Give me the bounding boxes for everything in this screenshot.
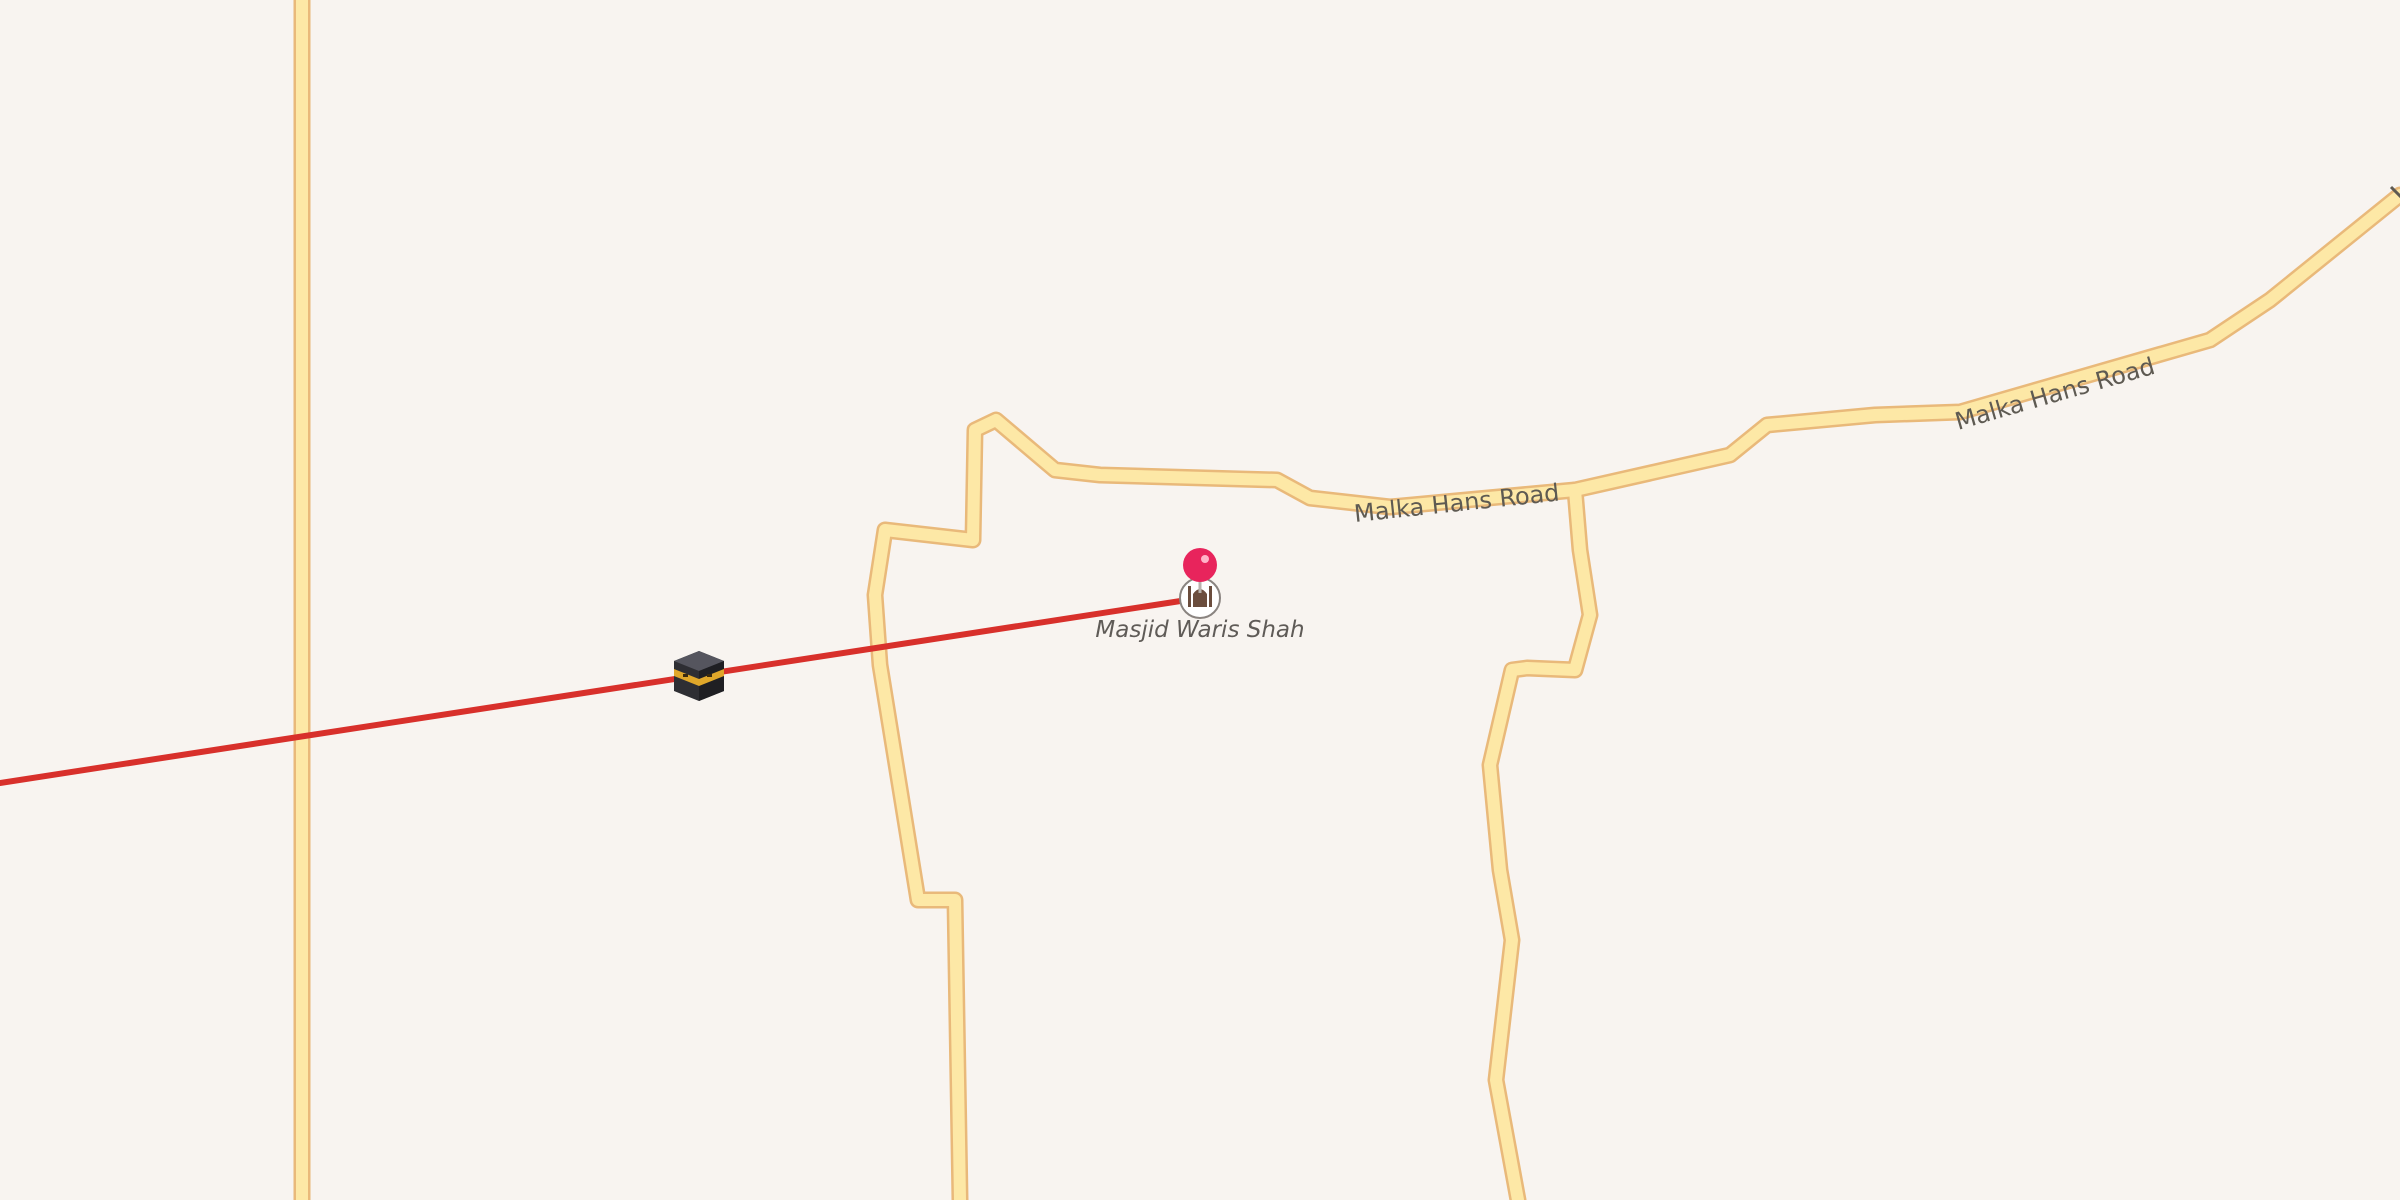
map-canvas[interactable]: Malka Hans Road Malka Hans Road Masjid W… [0, 0, 2400, 1200]
road-label-malka-hans-2: Malka Hans Road [1952, 352, 2158, 436]
road-malka-hans[interactable] [869, 189, 2400, 1200]
road-branch-east-casing [1481, 481, 1599, 1200]
road-network [293, 0, 2400, 1200]
poi-label-masjid: Masjid Waris Shah [1095, 617, 1304, 643]
qibla-direction-line [0, 595, 1203, 786]
road-label-malka-hans-1: Malka Hans Road [1353, 479, 1561, 528]
kaaba-icon[interactable] [674, 651, 724, 701]
